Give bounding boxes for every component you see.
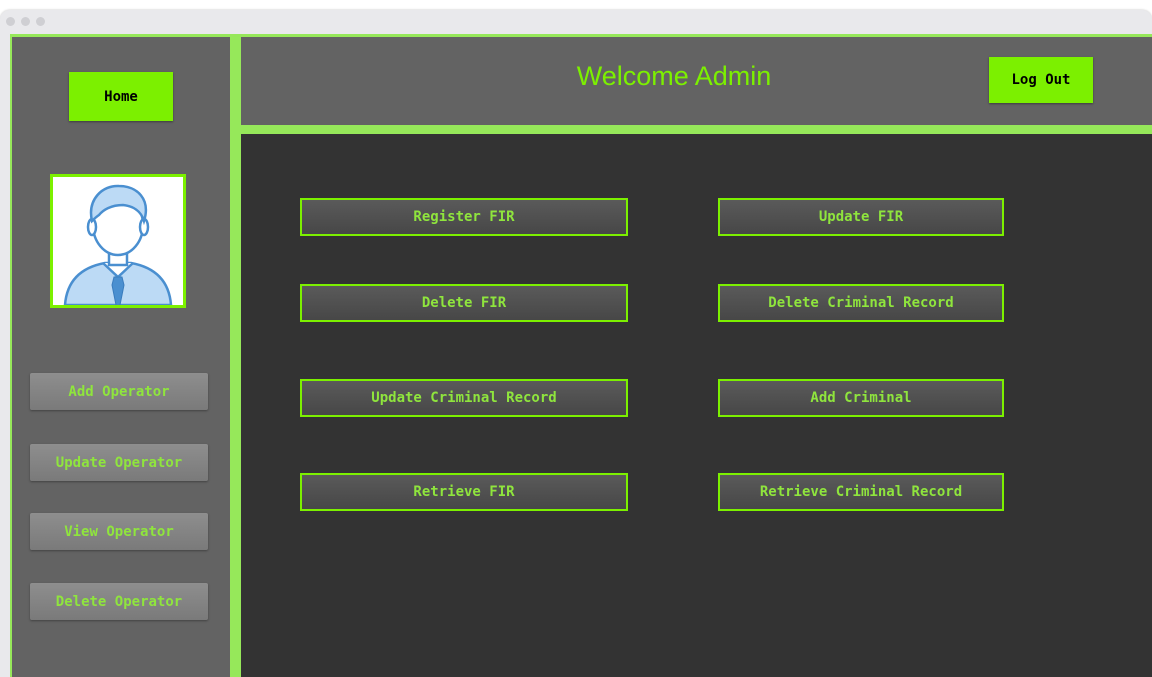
- view-operator-button[interactable]: View Operator: [30, 513, 208, 550]
- title-bar: [0, 10, 1152, 34]
- delete-fir-button[interactable]: Delete FIR: [300, 284, 628, 322]
- logout-button[interactable]: Log Out: [989, 57, 1093, 103]
- delete-criminal-record-button[interactable]: Delete Criminal Record: [718, 284, 1004, 322]
- update-fir-button[interactable]: Update FIR: [718, 198, 1004, 236]
- main-panel: Register FIR Update FIR Delete FIR Delet…: [241, 134, 1152, 677]
- maximize-window-button[interactable]: [36, 17, 45, 26]
- header: Welcome Admin Log Out: [241, 37, 1152, 125]
- update-operator-button[interactable]: Update Operator: [30, 444, 208, 481]
- close-window-button[interactable]: [6, 17, 15, 26]
- home-button[interactable]: Home: [69, 72, 173, 121]
- user-avatar-icon: [63, 184, 173, 305]
- retrieve-criminal-record-button[interactable]: Retrieve Criminal Record: [718, 473, 1004, 511]
- register-fir-button[interactable]: Register FIR: [300, 198, 628, 236]
- app-window: Home Add Operator Update Operator View O…: [0, 10, 1152, 677]
- add-criminal-button[interactable]: Add Criminal: [718, 379, 1004, 417]
- avatar: [50, 174, 186, 308]
- minimize-window-button[interactable]: [21, 17, 30, 26]
- add-operator-button[interactable]: Add Operator: [30, 373, 208, 410]
- update-criminal-record-button[interactable]: Update Criminal Record: [300, 379, 628, 417]
- delete-operator-button[interactable]: Delete Operator: [30, 583, 208, 620]
- retrieve-fir-button[interactable]: Retrieve FIR: [300, 473, 628, 511]
- page-title: Welcome Admin: [576, 61, 772, 91]
- sidebar: Home Add Operator Update Operator View O…: [12, 37, 230, 677]
